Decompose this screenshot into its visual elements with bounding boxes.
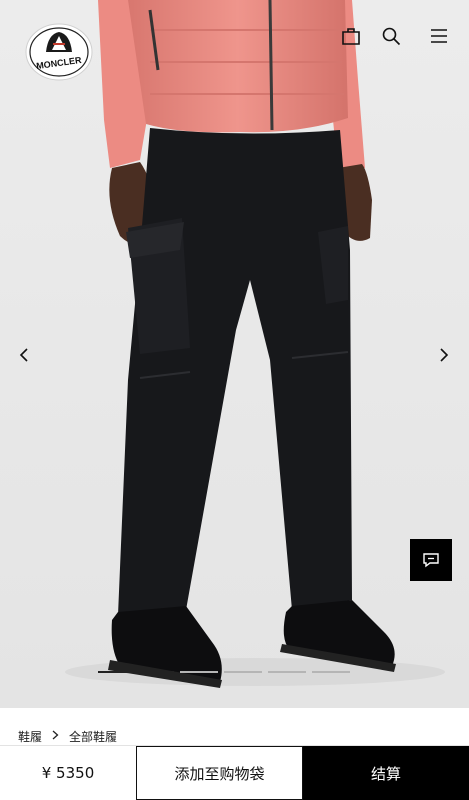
- chat-icon[interactable]: [410, 539, 452, 581]
- carousel-dot[interactable]: [312, 671, 350, 673]
- breadcrumb: 鞋履 全部鞋履: [18, 728, 117, 745]
- checkout-button[interactable]: 结算: [303, 746, 469, 800]
- carousel-dot[interactable]: [224, 671, 262, 673]
- add-to-bag-button[interactable]: 添加至购物袋: [136, 746, 303, 800]
- product-price: ¥ 5350: [41, 764, 95, 782]
- carousel-dot[interactable]: [98, 671, 174, 673]
- carousel-dot[interactable]: [180, 671, 218, 673]
- product-photo: [0, 0, 469, 708]
- carousel-pagination: [98, 671, 350, 673]
- search-icon[interactable]: [379, 24, 403, 48]
- shopping-bag-icon[interactable]: [339, 24, 363, 48]
- breadcrumb-item-all-shoes[interactable]: 全部鞋履: [69, 728, 117, 745]
- carousel-dot[interactable]: [268, 671, 306, 673]
- previous-slide-chevron-icon[interactable]: [14, 343, 34, 367]
- menu-icon[interactable]: [427, 24, 451, 48]
- breadcrumb-item-shoes[interactable]: 鞋履: [18, 728, 42, 745]
- chevron-right-icon: [52, 730, 59, 743]
- purchase-bar: ¥ 5350 添加至购物袋 结算: [0, 745, 469, 800]
- product-image-carousel[interactable]: MONCLER: [0, 0, 469, 708]
- brand-logo[interactable]: MONCLER: [24, 22, 94, 82]
- next-slide-chevron-icon[interactable]: [434, 343, 454, 367]
